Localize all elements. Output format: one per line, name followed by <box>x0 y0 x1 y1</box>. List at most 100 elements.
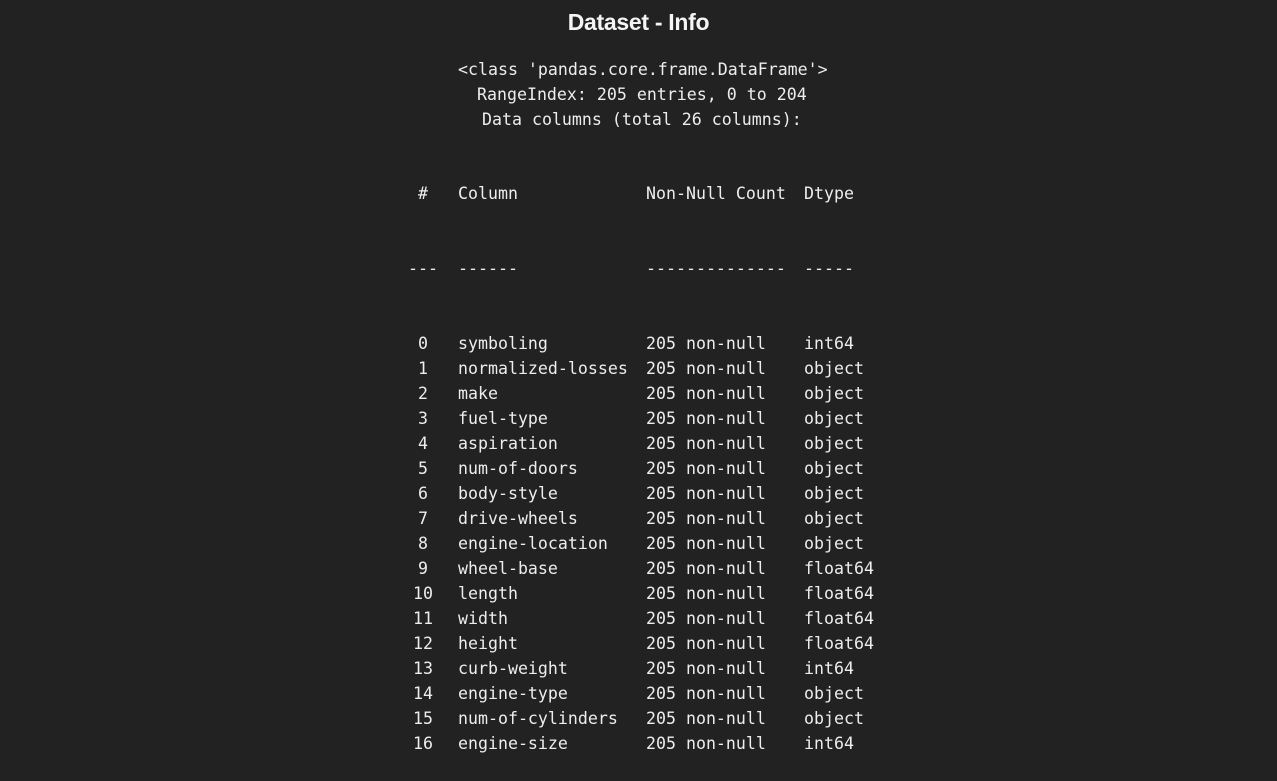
row-non-null-count: 205 non-null <box>646 609 766 628</box>
separator-dtype: ----- <box>804 259 854 278</box>
row-column-name: height <box>458 634 518 653</box>
row-dtype: float64 <box>804 559 874 578</box>
table-row: 3 fuel-type 205 non-null object <box>0 406 864 431</box>
row-non-null-count: 205 non-null <box>646 584 766 603</box>
row-num: 3 <box>418 409 428 428</box>
row-num: 8 <box>418 534 428 553</box>
table-row: 10 length 205 non-null float64 <box>0 581 874 606</box>
row-dtype: object <box>804 409 864 428</box>
row-num: 10 <box>413 584 433 603</box>
row-column-name: body-style <box>458 484 558 503</box>
row-non-null-count: 205 non-null <box>646 559 766 578</box>
row-non-null-count: 205 non-null <box>646 634 766 653</box>
row-column-name: curb-weight <box>458 659 568 678</box>
row-column-name: aspiration <box>458 434 558 453</box>
table-row: 12 height 205 non-null float64 <box>0 631 874 656</box>
row-non-null-count: 205 non-null <box>646 334 766 353</box>
row-column-name: wheel-base <box>458 559 558 578</box>
row-num: 0 <box>418 334 428 353</box>
row-num: 15 <box>413 709 433 728</box>
table-row: 14 engine-type 205 non-null object <box>0 681 864 706</box>
row-dtype: object <box>804 709 864 728</box>
row-column-name: num-of-cylinders <box>458 709 618 728</box>
table-body: 0 symboling 205 non-null int64 1 normalized-l… <box>0 331 874 756</box>
row-dtype: int64 <box>804 734 854 753</box>
row-num: 11 <box>413 609 433 628</box>
row-dtype: object <box>804 484 864 503</box>
row-column-name: num-of-doors <box>458 459 578 478</box>
row-dtype: float64 <box>804 634 874 653</box>
header-dtype: Dtype <box>804 184 854 203</box>
table-row: 4 aspiration 205 non-null object <box>0 431 864 456</box>
table-row: 16 engine-size 205 non-null int64 <box>0 731 854 756</box>
row-dtype: object <box>804 684 864 703</box>
row-non-null-count: 205 non-null <box>646 484 766 503</box>
row-non-null-count: 205 non-null <box>646 734 766 753</box>
row-column-name: width <box>458 609 508 628</box>
separator-non-null-count: -------------- <box>646 259 786 278</box>
row-non-null-count: 205 non-null <box>646 659 766 678</box>
table-row: 1 normalized-losses 205 non-null object <box>0 356 864 381</box>
class-line: <class 'pandas.core.frame.DataFrame'> <box>458 60 828 79</box>
table-row: 0 symboling 205 non-null int64 <box>0 331 854 356</box>
page-title: Dataset - Info <box>567 9 710 35</box>
row-column-name: engine-location <box>458 534 608 553</box>
table-row: 2 make 205 non-null object <box>0 381 864 406</box>
row-column-name: drive-wheels <box>458 509 578 528</box>
header-column: Column <box>458 184 518 203</box>
row-non-null-count: 205 non-null <box>646 359 766 378</box>
row-non-null-count: 205 non-null <box>646 384 766 403</box>
row-non-null-count: 205 non-null <box>646 684 766 703</box>
header-num: # <box>418 184 428 203</box>
table-row: 11 width 205 non-null float64 <box>0 606 874 631</box>
separator-num: --- <box>408 259 438 278</box>
row-non-null-count: 205 non-null <box>646 709 766 728</box>
row-num: 4 <box>418 434 428 453</box>
row-num: 5 <box>418 459 428 478</box>
range-index-line: RangeIndex: 205 entries, 0 to 204 <box>477 85 807 104</box>
row-column-name: symboling <box>458 334 548 353</box>
row-num: 6 <box>418 484 428 503</box>
row-num: 1 <box>418 359 428 378</box>
row-dtype: object <box>804 534 864 553</box>
table-header-row: # Column Non-Null Count Dtype <box>0 181 854 206</box>
row-non-null-count: 205 non-null <box>646 534 766 553</box>
table-row: 9 wheel-base 205 non-null float64 <box>0 556 874 581</box>
row-num: 9 <box>418 559 428 578</box>
row-non-null-count: 205 non-null <box>646 509 766 528</box>
row-num: 7 <box>418 509 428 528</box>
row-dtype: object <box>804 434 864 453</box>
separator-column: ------ <box>458 259 518 278</box>
row-dtype: float64 <box>804 609 874 628</box>
row-column-name: engine-size <box>458 734 568 753</box>
table-row: 8 engine-location 205 non-null object <box>0 531 864 556</box>
row-column-name: normalized-losses <box>458 359 628 378</box>
row-column-name: engine-type <box>458 684 568 703</box>
row-num: 12 <box>413 634 433 653</box>
row-dtype: int64 <box>804 659 854 678</box>
row-column-name: make <box>458 384 498 403</box>
row-num: 16 <box>413 734 433 753</box>
table-row: 5 num-of-doors 205 non-null object <box>0 456 864 481</box>
table-row: 7 drive-wheels 205 non-null object <box>0 506 864 531</box>
data-columns-line: Data columns (total 26 columns): <box>482 110 802 129</box>
row-non-null-count: 205 non-null <box>646 409 766 428</box>
row-dtype: object <box>804 359 864 378</box>
table-separator-row: --- ------ -------------- ----- <box>0 256 854 281</box>
row-dtype: object <box>804 459 864 478</box>
row-non-null-count: 205 non-null <box>646 459 766 478</box>
row-dtype: int64 <box>804 334 854 353</box>
row-dtype: float64 <box>804 584 874 603</box>
row-column-name: length <box>458 584 518 603</box>
table-row: 6 body-style 205 non-null object <box>0 481 864 506</box>
row-num: 14 <box>413 684 433 703</box>
row-dtype: object <box>804 384 864 403</box>
row-num: 13 <box>413 659 433 678</box>
row-column-name: fuel-type <box>458 409 548 428</box>
header-non-null-count: Non-Null Count <box>646 184 786 203</box>
row-dtype: object <box>804 509 864 528</box>
info-table: # Column Non-Null Count Dtype --- ------… <box>0 131 874 781</box>
row-non-null-count: 205 non-null <box>646 434 766 453</box>
row-num: 2 <box>418 384 428 403</box>
table-row: 13 curb-weight 205 non-null int64 <box>0 656 854 681</box>
